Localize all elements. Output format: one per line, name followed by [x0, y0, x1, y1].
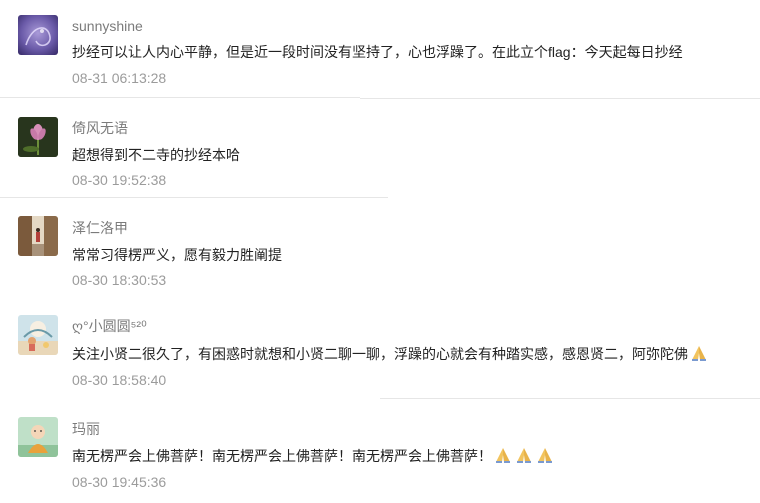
- comment-timestamp: 08-30 19:45:36: [72, 474, 167, 490]
- user-avatar[interactable]: [18, 315, 58, 355]
- commenter-name[interactable]: 倚风无语: [72, 119, 128, 137]
- praying-hands-emoji-icon: [493, 446, 513, 464]
- comment-text: 常常习得楞严义，愿有毅力胜阐提: [72, 247, 282, 263]
- praying-hands-emoji-icon: [689, 344, 709, 362]
- comment-item: 倚风无语 超想得到不二寺的抄经本哈 08-30 19:52:38: [0, 99, 760, 197]
- comment-text-content: 南无楞严会上佛菩萨！南无楞严会上佛菩萨！南无楞严会上佛菩萨！: [72, 448, 492, 464]
- commenter-name[interactable]: 玛丽: [72, 420, 100, 438]
- lotus-flower-avatar: [18, 117, 58, 157]
- divider: [0, 197, 388, 198]
- user-avatar[interactable]: [18, 417, 58, 457]
- comment-text: 抄经可以让人内心平静，但是近一段时间没有坚持了，心也浮躁了。在此立个flag：今…: [72, 44, 683, 60]
- user-avatar[interactable]: [18, 117, 58, 157]
- comment-timestamp: 08-30 18:58:40: [72, 372, 167, 388]
- commenter-name[interactable]: ღ°小圆圆⁵²⁰: [72, 317, 147, 335]
- user-avatar[interactable]: [18, 216, 58, 256]
- comment-text-content: 关注小贤二很久了，有困惑时就想和小贤二聊一聊，浮躁的心就会有种踏实感，感恩贤二，…: [72, 346, 688, 362]
- purple-swirl-avatar: [18, 15, 58, 55]
- user-avatar[interactable]: [18, 15, 58, 55]
- comment-item: ღ°小圆圆⁵²⁰ 关注小贤二很久了，有困惑时就想和小贤二聊一聊，浮躁的心就会有种…: [0, 300, 760, 398]
- street-photo-avatar: [18, 216, 58, 256]
- little-monk-avatar: [18, 417, 58, 457]
- comment-text: 超想得到不二寺的抄经本哈: [72, 147, 240, 163]
- divider: [380, 398, 760, 399]
- divider: [0, 97, 360, 98]
- cartoon-girl-avatar: [18, 315, 58, 355]
- commenter-name[interactable]: sunnyshine: [72, 17, 143, 35]
- praying-hands-emoji-icon: [514, 446, 534, 464]
- comment-timestamp: 08-30 19:52:38: [72, 172, 167, 188]
- comment-timestamp: 08-30 18:30:53: [72, 272, 167, 288]
- commenter-name[interactable]: 泽仁洛甲: [72, 219, 128, 237]
- comment-item: 泽仁洛甲 常常习得楞严义，愿有毅力胜阐提 08-30 18:30:53: [0, 200, 760, 298]
- comment-text: 南无楞严会上佛菩萨！南无楞严会上佛菩萨！南无楞严会上佛菩萨！: [72, 446, 555, 466]
- comment-text: 关注小贤二很久了，有困惑时就想和小贤二聊一聊，浮躁的心就会有种踏实感，感恩贤二，…: [72, 344, 709, 364]
- comment-timestamp: 08-31 06:13:28: [72, 70, 167, 86]
- comment-item: 玛丽 南无楞严会上佛菩萨！南无楞严会上佛菩萨！南无楞严会上佛菩萨！ 08-30 …: [0, 400, 760, 503]
- praying-hands-emoji-icon: [535, 446, 555, 464]
- comment-item: sunnyshine 抄经可以让人内心平静，但是近一段时间没有坚持了，心也浮躁了…: [0, 0, 760, 98]
